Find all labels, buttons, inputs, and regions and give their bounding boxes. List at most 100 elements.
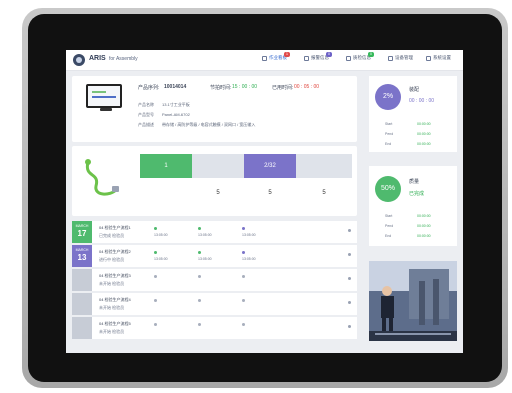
stat-label: Pend (385, 132, 394, 136)
step-time: 13:05:00 (198, 257, 212, 261)
task-subtitle: 进行中 检验员 (99, 257, 125, 262)
step-dot (154, 275, 157, 278)
expand-icon[interactable] (348, 229, 351, 232)
stat-label: Start (385, 122, 393, 126)
count-cell: 5 (322, 190, 326, 196)
alarm-icon (304, 55, 309, 61)
expand-icon[interactable] (348, 253, 351, 256)
model-label: 产品型号 (138, 112, 154, 117)
stat-label: Pend (385, 224, 394, 228)
desc-value: 带存储 / 高防护等级 / 电容式触摸 / 双网口 / 宽压输入 (162, 122, 256, 127)
nav-label: 设备管理 (395, 55, 413, 60)
assembly-time: 00 : 00 : 00 (409, 98, 435, 104)
task-title: 04 检验生产流程5 (99, 321, 131, 326)
progress-total: 2/32 (244, 154, 296, 178)
brand-tagline: for Assembly (109, 56, 138, 62)
stat-value: 00:00:00 (417, 142, 431, 146)
nav-item-quality[interactable]: 质检信息 0 (346, 52, 374, 61)
logo-icon (73, 54, 85, 66)
expand-icon[interactable] (348, 301, 351, 304)
step-time: 13:05:00 (154, 233, 168, 237)
step-dot (154, 299, 157, 302)
task-row[interactable]: 04 检验生产流程5 未开始 检验员 (72, 317, 357, 339)
step-dot (154, 251, 157, 254)
nav-item-dashboard[interactable]: 作业看板 1 (262, 52, 290, 61)
nav-badge: 0 (368, 52, 374, 57)
model-value: Panel-AM-6702 (162, 112, 190, 117)
stat-value: 00:00:00 (417, 224, 431, 228)
progress-remaining (296, 154, 352, 178)
step-dot (154, 227, 157, 230)
progress-gap (192, 154, 244, 178)
step-time: 13:05:00 (242, 257, 256, 261)
name-value: 13.1寸工业平板 (162, 102, 190, 107)
step-dot (242, 299, 245, 302)
step-dot (198, 323, 201, 326)
app-screen: ARIS for Assembly 作业看板 1 报警信息 0 质检信息 0 设… (66, 50, 463, 353)
stat-value: 00:00:00 (417, 214, 431, 218)
task-title: 04 检验生产流程3 (99, 273, 131, 278)
step-dot (154, 323, 157, 326)
assembly-ring: 2% (375, 84, 401, 110)
expand-icon[interactable] (348, 277, 351, 280)
elapsed-label: 已用时间: (272, 85, 294, 91)
step-dot (198, 227, 201, 230)
step-time: 13:05:00 (242, 233, 256, 237)
serial-label: 产品序列: (138, 85, 160, 91)
stat-value: 00:00:00 (417, 132, 431, 136)
task-row[interactable]: MARCH 17 04 检验生产流程1 已完成 检验员 13:05:00 13:05:00… (72, 221, 357, 243)
task-subtitle: 未开始 检验员 (99, 305, 125, 310)
task-date (72, 317, 92, 339)
expand-icon[interactable] (348, 325, 351, 328)
product-card: 产品序列: 10014014 节拍时间: 15 : 00 : 00 已用时间: … (72, 76, 357, 142)
task-month: MARCH (75, 248, 89, 252)
progress-card: 1 2/32 5 5 5 (72, 146, 357, 216)
device-icon (388, 55, 393, 61)
monitor-icon (86, 84, 122, 108)
cable-icon (85, 159, 119, 196)
task-row[interactable]: 04 检验生产流程3 未开始 检验员 (72, 269, 357, 291)
elapsed-value: 00 : 05 : 00 (294, 84, 320, 90)
nav-badge: 0 (326, 52, 332, 57)
task-row[interactable]: 04 检验生产流程4 未开始 检验员 (72, 293, 357, 315)
nav-badge: 1 (284, 52, 290, 57)
step-dot (242, 275, 245, 278)
takt-value: 15 : 00 : 00 (232, 84, 258, 90)
stat-value: 00:00:00 (417, 122, 431, 126)
task-subtitle: 未开始 检验员 (99, 329, 125, 334)
nav-item-devices[interactable]: 设备管理 (388, 55, 413, 61)
nav-item-alarms[interactable]: 报警信息 0 (304, 52, 332, 61)
task-row[interactable]: MARCH 13 04 检验生产流程2 进行中 检验员 13:05:00 13:05:00… (72, 245, 357, 267)
step-time: 13:05:00 (198, 233, 212, 237)
stat-label: End (385, 234, 392, 238)
quality-icon (346, 55, 351, 61)
dashboard-icon (262, 55, 267, 61)
nav-label: 系统设置 (433, 55, 451, 60)
stat-label: End (385, 142, 392, 146)
nav-item-settings[interactable]: 系统设置 (426, 55, 451, 61)
top-bar: ARIS for Assembly 作业看板 1 报警信息 0 质检信息 0 设… (66, 50, 463, 71)
monitor-stand (100, 108, 112, 111)
step-dot (198, 251, 201, 254)
task-day: 17 (77, 229, 87, 238)
task-date: MARCH 17 (72, 221, 92, 243)
step-dot (198, 275, 201, 278)
quality-title: 质量 (409, 179, 420, 185)
desc-label: 产品描述 (138, 122, 154, 127)
task-date (72, 293, 92, 315)
task-date: MARCH 13 (72, 245, 92, 267)
name-label: 产品名称 (138, 102, 154, 107)
count-cell: 5 (216, 190, 220, 196)
quality-stat-card: 50% 质量 已完成 Start 00:00:00 Pend 00:00:00 … (369, 166, 457, 246)
factory-photo[interactable] (369, 261, 457, 341)
progress-current: 1 (140, 154, 192, 178)
step-dot (198, 299, 201, 302)
task-title: 04 检验生产流程4 (99, 297, 131, 302)
stat-value: 00:00:00 (417, 234, 431, 238)
assembly-stat-card: 2% 装配 00 : 00 : 00 Start 00:00:00 Pend 0… (369, 76, 457, 152)
serial-value: 10014014 (164, 84, 187, 90)
step-dot (242, 227, 245, 230)
quality-ring: 50% (375, 176, 401, 202)
task-title: 04 检验生产流程1 (99, 225, 131, 230)
task-month: MARCH (75, 224, 89, 228)
